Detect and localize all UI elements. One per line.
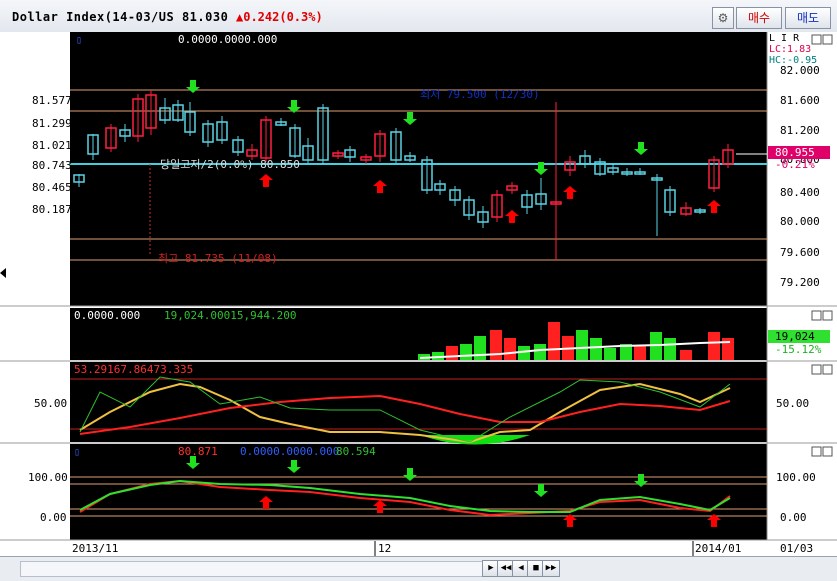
stoch-right-tick: 50.00 [776, 397, 809, 410]
chart-area[interactable]: ▯ 0.0000.0000.000 당일고저/2(0.0%) 80.850 최저… [0, 32, 837, 556]
svg-text:80.743: 80.743 [32, 159, 72, 172]
volume-bar [490, 330, 502, 360]
volume-bar [576, 330, 588, 360]
median-label: 당일고저/2(0.0%) 80.850 [160, 157, 300, 171]
title-bar: Dollar Index(14-03/US 81.030 ▲0.242(0.3%… [0, 0, 837, 33]
x-label-right: 01/03 [780, 542, 813, 555]
svg-text:80.465: 80.465 [32, 181, 72, 194]
x-label-nov: 2013/11 [72, 542, 118, 555]
scroll-track[interactable] [20, 561, 484, 577]
scroll-bar[interactable]: ▶ ◀◀ ◀ ■ ▶▶ [0, 556, 837, 581]
volume-info: 0.0000.000 [74, 309, 140, 322]
svg-text:79.200: 79.200 [780, 276, 820, 289]
svg-text:81.299: 81.299 [32, 117, 72, 130]
osc-corner-marker: ▯ [74, 447, 80, 458]
last-page-icon[interactable]: ▶▶ [542, 560, 560, 577]
svg-text:19,024: 19,024 [775, 330, 815, 343]
volume-bar [604, 348, 616, 360]
svg-text:81.200: 81.200 [780, 124, 820, 137]
price-info-value: 0.0000.0000.000 [178, 33, 277, 46]
x-label-dec: 12 [378, 542, 391, 555]
chart-svg[interactable]: ▯ 0.0000.0000.000 당일고저/2(0.0%) 80.850 최저… [0, 32, 837, 556]
sell-order-button[interactable]: 매도 [785, 7, 831, 29]
svg-text:82.000: 82.000 [780, 64, 820, 77]
svg-text:0.00: 0.00 [40, 511, 67, 524]
volume-bar [590, 338, 602, 360]
buy-order-button[interactable]: 매수 [736, 7, 782, 29]
volume-bar [680, 350, 692, 360]
svg-text:100.00: 100.00 [776, 471, 816, 484]
volume-bar [634, 346, 646, 360]
current-price-pct: -0.21% [775, 158, 815, 171]
svg-text:80.000: 80.000 [780, 215, 820, 228]
price-change: ▲0.242(0.3%) [236, 10, 323, 24]
svg-text:79.600: 79.600 [780, 246, 820, 259]
volume-bar [504, 338, 516, 360]
osc-value-blue: 0.0000.0000.000 [240, 445, 339, 458]
gear-icon[interactable]: ⚙ [712, 7, 734, 29]
volume-bar [664, 338, 676, 360]
lir-badge: L I R [769, 33, 800, 44]
svg-text:81.577: 81.577 [32, 94, 72, 107]
volume-bar [534, 344, 546, 360]
panel-corner-marker: ▯ [76, 35, 82, 46]
volume-bar [460, 344, 472, 360]
volume-bar [474, 336, 486, 360]
volume-pct: -15.12% [775, 343, 822, 356]
stoch-left-tick: 50.00 [34, 397, 67, 410]
oscillator-panel[interactable] [70, 444, 767, 540]
svg-text:80.187: 80.187 [32, 203, 72, 216]
volume-info-2: 19,024.00015,944.200 [164, 309, 296, 322]
volume-bar [548, 322, 560, 360]
svg-text:100.00: 100.00 [28, 471, 68, 484]
volume-bar [446, 346, 458, 360]
lc-value: LC:1.83 [769, 44, 811, 55]
svg-text:81.021: 81.021 [32, 139, 72, 152]
osc-value-red: 80.871 [178, 445, 218, 458]
x-label-jan: 2014/01 [695, 542, 741, 555]
volume-bar [708, 332, 720, 360]
low-label: 최저 79.500 (12/30) [420, 88, 540, 101]
collapse-panel-icon[interactable] [0, 262, 6, 284]
osc-value-green: 80.594 [336, 445, 376, 458]
svg-text:0.00: 0.00 [780, 511, 807, 524]
svg-text:81.600: 81.600 [780, 94, 820, 107]
svg-text:80.400: 80.400 [780, 186, 820, 199]
stoch-values: 53.29167.86473.335 [74, 363, 193, 376]
instrument-title: Dollar Index(14-03/US 81.030 [12, 10, 229, 24]
high-label: 최고 81.735 (11/08) [158, 252, 278, 265]
